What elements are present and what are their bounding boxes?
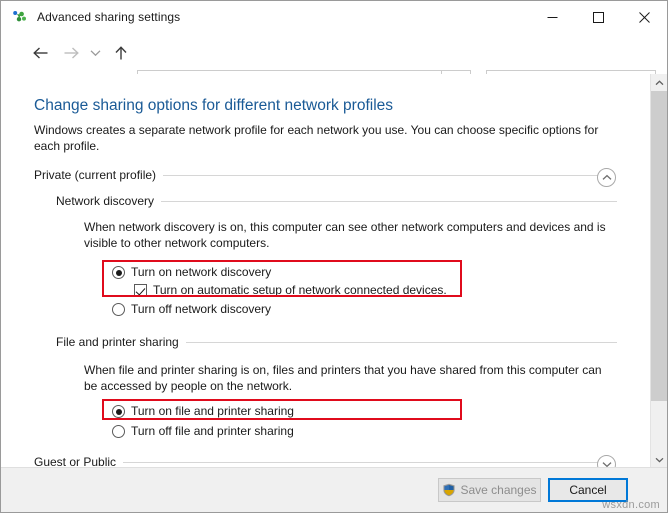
dialog-button-bar: Save changes Cancel wsxdn.com xyxy=(1,467,667,512)
title-bar: Advanced sharing settings xyxy=(1,1,667,33)
navigation-toolbar: « Network ... › Advanced sharing setting… xyxy=(1,33,667,73)
window-controls xyxy=(529,1,667,33)
section-file-printer-sharing-title: File and printer sharing xyxy=(56,335,186,349)
save-changes-label: Save changes xyxy=(460,483,536,497)
checkbox-label: Turn on automatic setup of network conne… xyxy=(153,283,447,298)
section-rule xyxy=(186,342,617,343)
radio-label: Turn on network discovery xyxy=(131,265,271,280)
section-network-discovery-description: When network discovery is on, this compu… xyxy=(84,219,606,251)
uac-shield-icon xyxy=(442,483,456,497)
radio-indicator[interactable] xyxy=(112,405,125,418)
minimize-button[interactable] xyxy=(529,1,575,33)
chevron-up-icon[interactable] xyxy=(597,168,616,187)
section-file-printer-sharing-header: File and printer sharing xyxy=(56,335,617,349)
radio-turn-off-file-printer-sharing[interactable]: Turn off file and printer sharing xyxy=(112,424,294,439)
page-title: Change sharing options for different net… xyxy=(34,97,393,115)
section-file-printer-sharing-description: When file and printer sharing is on, fil… xyxy=(84,362,606,394)
settings-content-pane: Change sharing options for different net… xyxy=(1,74,652,468)
window-title: Advanced sharing settings xyxy=(37,10,180,24)
radio-label: Turn off file and printer sharing xyxy=(131,424,294,439)
close-button[interactable] xyxy=(621,1,667,33)
network-sharing-icon xyxy=(12,9,28,25)
scrollbar-thumb[interactable] xyxy=(651,91,667,401)
vertical-scrollbar[interactable] xyxy=(650,74,667,468)
profile-group-private-label: Private (current profile) xyxy=(34,168,163,182)
radio-indicator[interactable] xyxy=(112,266,125,279)
advanced-sharing-settings-window: Advanced sharing settings xyxy=(0,0,668,513)
group-rule xyxy=(123,462,599,463)
radio-label: Turn on file and printer sharing xyxy=(131,404,294,419)
forward-button xyxy=(57,39,85,67)
group-rule xyxy=(163,175,599,176)
profile-group-private[interactable]: Private (current profile) xyxy=(34,168,599,182)
scroll-down-arrow-icon[interactable] xyxy=(651,451,667,468)
recent-locations-chevron-down-icon[interactable] xyxy=(85,39,105,67)
back-button[interactable] xyxy=(27,39,55,67)
radio-turn-off-network-discovery[interactable]: Turn off network discovery xyxy=(112,302,271,317)
page-intro-text: Windows creates a separate network profi… xyxy=(34,122,599,154)
radio-indicator[interactable] xyxy=(112,425,125,438)
scroll-up-arrow-icon[interactable] xyxy=(651,74,667,91)
radio-label: Turn off network discovery xyxy=(131,302,271,317)
checkbox-turn-on-automatic-setup[interactable]: Turn on automatic setup of network conne… xyxy=(134,283,447,298)
cancel-label: Cancel xyxy=(569,483,606,497)
radio-indicator[interactable] xyxy=(112,303,125,316)
section-rule xyxy=(161,201,617,202)
section-network-discovery-title: Network discovery xyxy=(56,194,161,208)
maximize-button[interactable] xyxy=(575,1,621,33)
checkbox-indicator[interactable] xyxy=(134,284,147,297)
radio-turn-on-network-discovery[interactable]: Turn on network discovery xyxy=(112,265,271,280)
section-network-discovery-header: Network discovery xyxy=(56,194,617,208)
up-one-level-button[interactable] xyxy=(107,39,135,67)
watermark-text: wsxdn.com xyxy=(602,499,660,511)
radio-turn-on-file-printer-sharing[interactable]: Turn on file and printer sharing xyxy=(112,404,294,419)
save-changes-button[interactable]: Save changes xyxy=(438,478,541,502)
